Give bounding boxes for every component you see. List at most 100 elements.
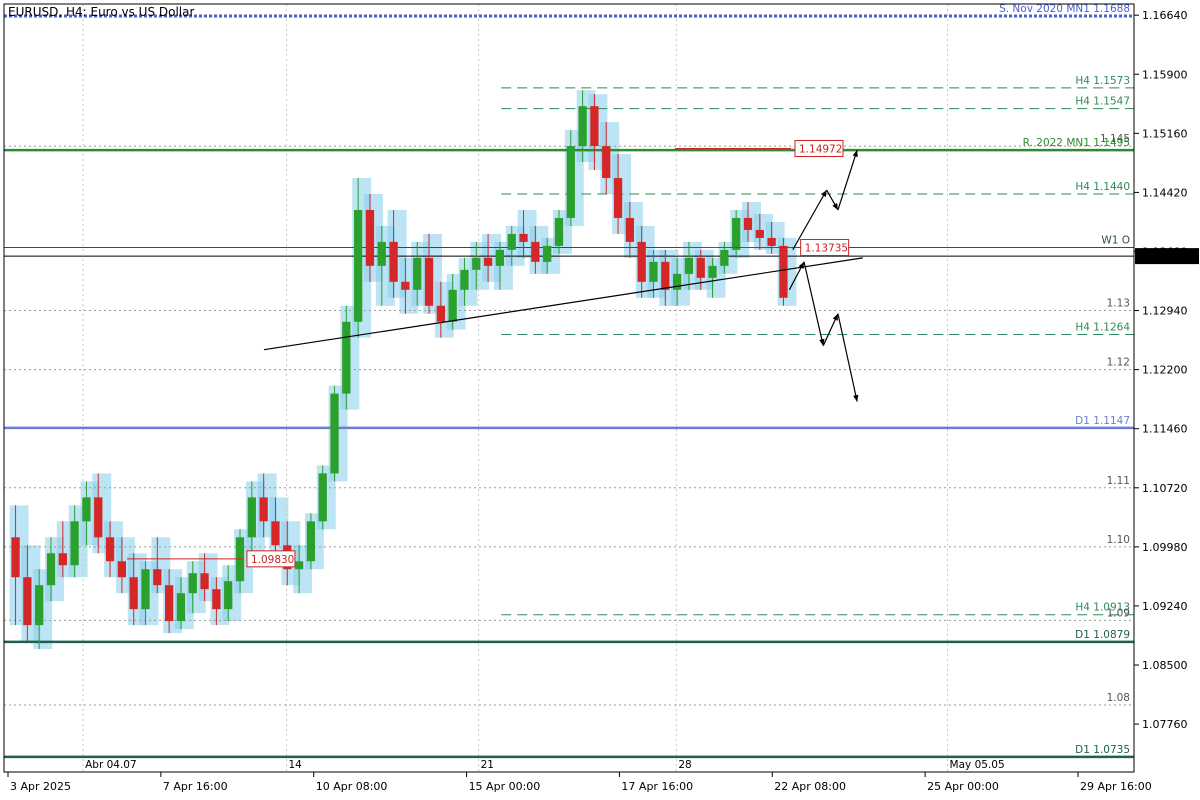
price-tick-label: 1.08500 [1142, 659, 1188, 672]
candle-body [365, 209, 375, 266]
candle-body [448, 289, 457, 322]
candle-body [495, 249, 505, 266]
time-tick-label: 15 Apr 00:00 [469, 780, 541, 793]
candle-body [318, 473, 327, 522]
volume-profile-layer [9, 90, 797, 650]
candle-body [755, 229, 764, 238]
candle-body [153, 569, 162, 586]
candle-body [566, 146, 575, 218]
candle-body [732, 217, 741, 250]
candle-body [354, 209, 363, 322]
candle-body [625, 217, 635, 242]
candle-body [23, 577, 32, 626]
time-tick-label: 17 Apr 16:00 [621, 780, 693, 793]
candle-body [779, 245, 788, 298]
period-label: 28 [678, 759, 691, 771]
time-tick-label: 25 Apr 00:00 [927, 780, 999, 793]
price-box-label: 1.09830 [251, 554, 294, 566]
candle-body [129, 577, 138, 610]
candle-body [661, 261, 670, 290]
level-label: H4 1.1264 [1075, 322, 1130, 334]
period-label: 21 [481, 759, 494, 771]
price-tick-label: 1.10720 [1142, 482, 1188, 495]
level-label: 1.145 [1100, 133, 1130, 145]
candle-body [519, 233, 528, 242]
level-label: W1 O [1101, 234, 1130, 246]
candle-body [708, 265, 717, 278]
candle-body [554, 217, 564, 246]
candle-body [767, 237, 776, 246]
candle-body [330, 393, 339, 474]
level-label: 1.12 [1107, 357, 1130, 369]
candle-body [483, 257, 493, 266]
candle-body [507, 233, 516, 250]
candle-body [141, 569, 150, 610]
candle-body [436, 305, 445, 322]
candle-body [58, 553, 67, 566]
candle-body [342, 321, 351, 394]
level-label: 1.13 [1107, 298, 1130, 310]
price-tick-label: 1.15900 [1142, 68, 1188, 81]
candle-body [389, 241, 398, 282]
price-tick-label: 1.11460 [1142, 423, 1188, 436]
candle-body [294, 561, 304, 570]
candle-body [637, 241, 646, 282]
time-tick-label: 3 Apr 2025 [10, 780, 71, 793]
candle-body [543, 245, 552, 262]
level-label: 1.10 [1107, 534, 1130, 546]
time-tick-label: 7 Apr 16:00 [163, 780, 228, 793]
level-label: H4 1.1573 [1075, 75, 1130, 87]
candle-body [413, 257, 422, 290]
projection-arrow [803, 261, 824, 346]
level-label: D1 1.0879 [1075, 629, 1130, 641]
projection-arrowhead [853, 394, 859, 402]
candle-body [224, 581, 233, 610]
candle-body [164, 585, 174, 622]
current-price-label: 1.13622 [1140, 250, 1186, 263]
projection-arrow [837, 149, 858, 211]
levels-layer: S. Nov 2020 MN1 1.1688 H4 1.1573 H4 1.1547… [4, 3, 1134, 772]
price-box-label: 1.14972 [799, 143, 842, 155]
candle-body [720, 249, 729, 266]
candle-body [377, 241, 386, 266]
candle-body [306, 521, 316, 562]
chart-canvas: S. Nov 2020 MN1 1.1688 H4 1.1573 H4 1.1547… [3, 3, 1199, 793]
candle-body [82, 497, 91, 522]
price-tick-label: 1.14420 [1142, 186, 1188, 199]
candle-body [578, 106, 587, 147]
candle-body [472, 257, 481, 270]
candle-body [176, 593, 186, 622]
candle-body [602, 146, 611, 179]
chart-root: S. Nov 2020 MN1 1.1688 H4 1.1573 H4 1.1547… [0, 0, 1200, 800]
candle-body [259, 497, 268, 522]
candle-body [271, 521, 280, 546]
level-label: H4 1.1547 [1075, 96, 1130, 108]
price-tick-label: 1.12200 [1142, 364, 1188, 377]
candle-body [590, 106, 599, 147]
price-tick-label: 1.15160 [1142, 127, 1188, 140]
chart-title: EURUSD, H4: Euro vs US Dollar [8, 5, 194, 19]
candle-body [672, 273, 682, 290]
level-label: 1.08 [1107, 692, 1130, 704]
candle-body [247, 497, 256, 538]
candle-body [696, 257, 705, 278]
price-tick-label: 1.09240 [1142, 600, 1188, 613]
candle-body [188, 573, 197, 594]
candle-body [743, 217, 753, 230]
level-label: H4 1.1440 [1075, 181, 1130, 193]
price-tick-label: 1.07760 [1142, 718, 1188, 731]
period-label: Abr 04.07 [85, 759, 137, 771]
price-tick-label: 1.16640 [1142, 9, 1188, 22]
time-tick-label: 29 Apr 16:00 [1080, 780, 1152, 793]
time-tick-label: 10 Apr 08:00 [316, 780, 388, 793]
candle-body [424, 257, 434, 306]
candle-body [460, 269, 469, 290]
price-tick-label: 1.09980 [1142, 541, 1188, 554]
candle-body [35, 585, 44, 626]
candle-body [401, 281, 410, 290]
candle-body [684, 257, 694, 274]
candle-body [117, 561, 127, 578]
candle-body [105, 537, 115, 562]
candle-body [11, 537, 20, 578]
candle-body [531, 241, 540, 262]
